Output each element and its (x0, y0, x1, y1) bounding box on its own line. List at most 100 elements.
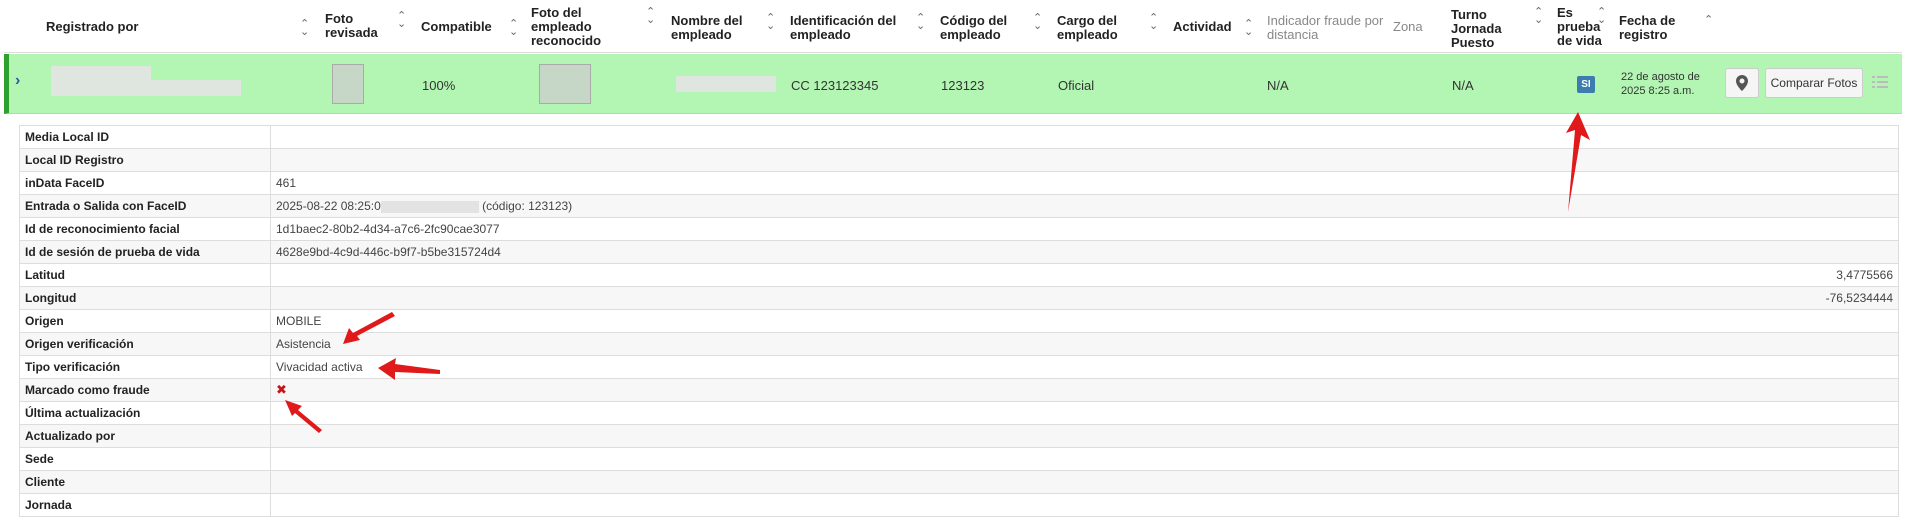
map-pin-icon (1736, 75, 1748, 91)
detail-value (270, 493, 1899, 517)
detail-label: Tipo verificación (19, 355, 271, 379)
detail-row: Local ID Registro (19, 148, 1899, 172)
col-turno[interactable]: Turno Jornada Puesto (1451, 8, 1521, 50)
registrado-por-redacted (51, 80, 241, 96)
detail-label: Media Local ID (19, 125, 271, 149)
detail-value: Asistencia (270, 332, 1899, 356)
detail-row: Origen MOBILE (19, 309, 1899, 333)
detail-label: Actualizado por (19, 424, 271, 448)
indicador-value: N/A (1267, 78, 1289, 93)
list-icon[interactable] (1872, 74, 1888, 95)
detail-label: Id de reconocimiento facial (19, 217, 271, 241)
sort-icon[interactable]: ⌃ ⌄ (1244, 19, 1253, 38)
foto-reconocido-thumbnail[interactable] (539, 64, 591, 104)
detail-value (270, 125, 1899, 149)
codigo-value: 123123 (941, 78, 985, 93)
fraud-x-icon: ✖ (276, 382, 287, 397)
prueba-vida-badge: SI (1577, 76, 1595, 93)
detail-row: Id de reconocimiento facial 1d1baec2-80b2… (19, 217, 1899, 241)
detail-label: Id de sesión de prueba de vida (19, 240, 271, 264)
records-table: Registrado por ⌃ ⌄ Foto revisada ⌃ ⌄ Compa… (4, 0, 1902, 522)
col-actividad[interactable]: Actividad (1173, 20, 1232, 34)
col-registrado-por[interactable]: Registrado por (46, 20, 138, 34)
detail-row: Entrada o Salida con FaceID 2025-08-22 0… (19, 194, 1899, 218)
col-zona: Zona (1393, 19, 1423, 34)
col-compatible[interactable]: Compatible (421, 20, 492, 34)
sort-icon[interactable]: ⌃ ⌄ (300, 19, 309, 38)
detail-label: Origen (19, 309, 271, 333)
sort-asc-icon[interactable]: ⌃ (1704, 15, 1713, 26)
detail-row: inData FaceID 461 (19, 171, 1899, 195)
col-foto-reconocido[interactable]: Foto del empleado reconocido (531, 6, 611, 48)
sort-icon[interactable]: ⌃ ⌄ (1534, 7, 1543, 26)
sort-icon[interactable]: ⌃ ⌄ (916, 13, 925, 32)
detail-row: Actualizado por (19, 424, 1899, 448)
sort-icon[interactable]: ⌃ ⌄ (1597, 7, 1606, 26)
col-fecha[interactable]: Fecha de registro (1619, 14, 1689, 42)
detail-row: Tipo verificación Vivacidad activa (19, 355, 1899, 379)
detail-label: Local ID Registro (19, 148, 271, 172)
sort-icon[interactable]: ⌃ ⌄ (397, 11, 406, 30)
detail-row: Media Local ID (19, 125, 1899, 149)
entrada-datetime: 2025-08-22 08:25:0 (276, 199, 381, 213)
detail-label: Longitud (19, 286, 271, 310)
detail-value: 3,4775566 (270, 263, 1899, 287)
detail-value (270, 424, 1899, 448)
col-cargo[interactable]: Cargo del empleado (1057, 14, 1137, 42)
comparar-fotos-button[interactable]: Comparar Fotos (1765, 68, 1863, 98)
detail-value: -76,5234444 (270, 286, 1899, 310)
detail-row: Última actualización (19, 401, 1899, 425)
detail-value: ✖ (270, 378, 1899, 402)
location-button[interactable] (1725, 68, 1759, 98)
chevron-right-icon[interactable]: › (15, 72, 20, 90)
detail-value: 2025-08-22 08:25:0 (código: 123123) (270, 194, 1899, 218)
detail-label: inData FaceID (19, 171, 271, 195)
detail-label: Origen verificación (19, 332, 271, 356)
entrada-codigo: (código: 123123) (482, 199, 573, 213)
detail-row: Jornada (19, 493, 1899, 517)
detail-value: 461 (270, 171, 1899, 195)
cargo-value: Oficial (1058, 78, 1095, 93)
compatible-value: 100% (422, 78, 456, 93)
detail-row: Sede (19, 447, 1899, 471)
sort-icon[interactable]: ⌃ ⌄ (1033, 13, 1042, 32)
detail-label: Jornada (19, 493, 271, 517)
sort-icon[interactable]: ⌃ ⌄ (766, 13, 775, 32)
nombre-redacted (676, 76, 776, 92)
detail-value (270, 470, 1899, 494)
detail-label: Sede (19, 447, 271, 471)
detail-row: Latitud 3,4775566 (19, 263, 1899, 287)
sort-icon[interactable]: ⌃ ⌄ (509, 19, 518, 38)
detail-row: Longitud -76,5234444 (19, 286, 1899, 310)
col-identificacion[interactable]: Identificación del empleado (790, 14, 900, 42)
col-indicador-fraude: Indicador fraude por distancia (1267, 13, 1384, 42)
identificacion-value: CC 123123345 (791, 78, 879, 93)
detail-label: Latitud (19, 263, 271, 287)
detail-label: Marcado como fraude (19, 378, 271, 402)
detail-label: Cliente (19, 470, 271, 494)
detail-table: Media Local ID Local ID Registro inData … (19, 125, 1899, 517)
list-icon-svg (1872, 76, 1888, 88)
detail-label: Entrada o Salida con FaceID (19, 194, 271, 218)
detail-label: Última actualización (19, 401, 271, 425)
col-foto-revisada[interactable]: Foto revisada (325, 12, 385, 40)
detail-value: 4628e9bd-4c9d-446c-b9f7-b5be315724d4 (270, 240, 1899, 264)
table-row[interactable]: › 100% CC 123123345 123123 Oficial N/A N… (4, 54, 1902, 114)
col-codigo[interactable]: Código del empleado (940, 14, 1020, 42)
sort-icon[interactable]: ⌃ ⌄ (1149, 13, 1158, 32)
detail-value (270, 148, 1899, 172)
col-nombre[interactable]: Nombre del empleado (671, 14, 751, 42)
table-header: Registrado por ⌃ ⌄ Foto revisada ⌃ ⌄ Compa… (4, 0, 1902, 53)
sort-icon[interactable]: ⌃ ⌄ (646, 7, 655, 26)
redacted-block (380, 200, 479, 213)
detail-value (270, 401, 1899, 425)
registrado-por-redacted (51, 66, 151, 80)
detail-value (270, 447, 1899, 471)
detail-row: Origen verificación Asistencia (19, 332, 1899, 356)
detail-value: 1d1baec2-80b2-4d34-a7c6-2fc90cae3077 (270, 217, 1899, 241)
detail-row: Cliente (19, 470, 1899, 494)
detail-row: Id de sesión de prueba de vida 4628e9bd-4… (19, 240, 1899, 264)
detail-value: Vivacidad activa (270, 355, 1899, 379)
fecha-value: 22 de agosto de 2025 8:25 a.m. (1621, 71, 1700, 97)
foto-revisada-thumbnail[interactable] (332, 64, 364, 104)
